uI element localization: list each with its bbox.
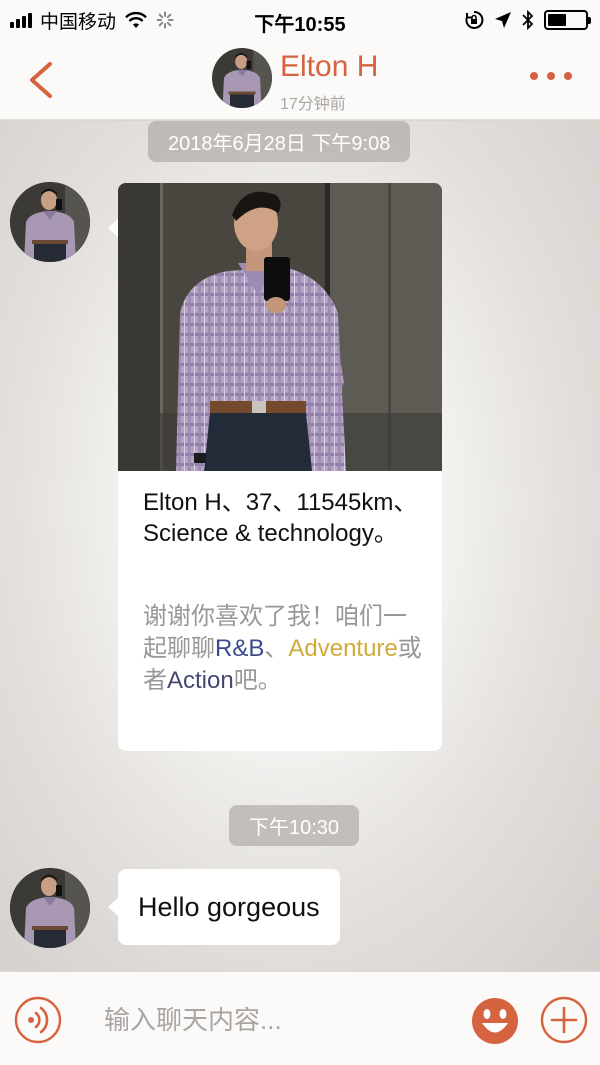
contact-name: Elton H: [280, 50, 379, 83]
chat-message-list[interactable]: 2018年6月28日 下午9:08 Elton H、37、11545km、Sci…: [0, 121, 600, 971]
more-options-button[interactable]: [530, 72, 572, 80]
profile-info-text: Elton H、37、11545km、Science & technology。: [143, 489, 418, 547]
bluetooth-icon: [522, 10, 534, 30]
chat-header: Elton H 17分钟前: [0, 40, 600, 120]
location-arrow-icon: [495, 12, 511, 28]
orientation-lock-icon: [465, 10, 484, 29]
more-dot-icon: [547, 72, 555, 80]
emoji-button[interactable]: [470, 996, 520, 1046]
status-bar: 中国移动 下午10:55: [0, 0, 600, 40]
text-message-bubble[interactable]: Hello gorgeous: [108, 869, 340, 945]
interest-tag-action[interactable]: Action: [167, 667, 234, 694]
back-button[interactable]: [22, 58, 62, 102]
greeting-suffix: 吧。: [233, 667, 282, 694]
interest-tag-adventure[interactable]: Adventure: [288, 635, 397, 662]
contact-avatar[interactable]: [212, 48, 272, 108]
greeting-message: 谢谢你喜欢了我！咱们一起聊聊R&B、Adventure或者Action吧。: [143, 601, 423, 697]
last-seen-text: 17分钟前: [280, 96, 346, 113]
message-input-bar: [0, 971, 600, 1065]
more-dot-icon: [564, 72, 572, 80]
sender-avatar[interactable]: [10, 868, 90, 948]
profile-card-message[interactable]: Elton H、37、11545km、Science & technology。…: [108, 183, 442, 751]
timestamp-divider: 2018年6月28日 下午9:08: [148, 121, 411, 162]
message-input[interactable]: [104, 1000, 444, 1040]
profile-photo[interactable]: [118, 183, 442, 471]
tag-separator: 、: [264, 635, 289, 662]
more-dot-icon: [530, 72, 538, 80]
sender-avatar[interactable]: [10, 182, 90, 262]
timestamp-divider: 下午10:30: [229, 805, 360, 846]
add-attachment-button[interactable]: [540, 996, 588, 1044]
interest-tag-rnb[interactable]: R&B: [215, 635, 264, 662]
battery-icon: [544, 10, 591, 30]
voice-input-button[interactable]: [14, 996, 62, 1044]
